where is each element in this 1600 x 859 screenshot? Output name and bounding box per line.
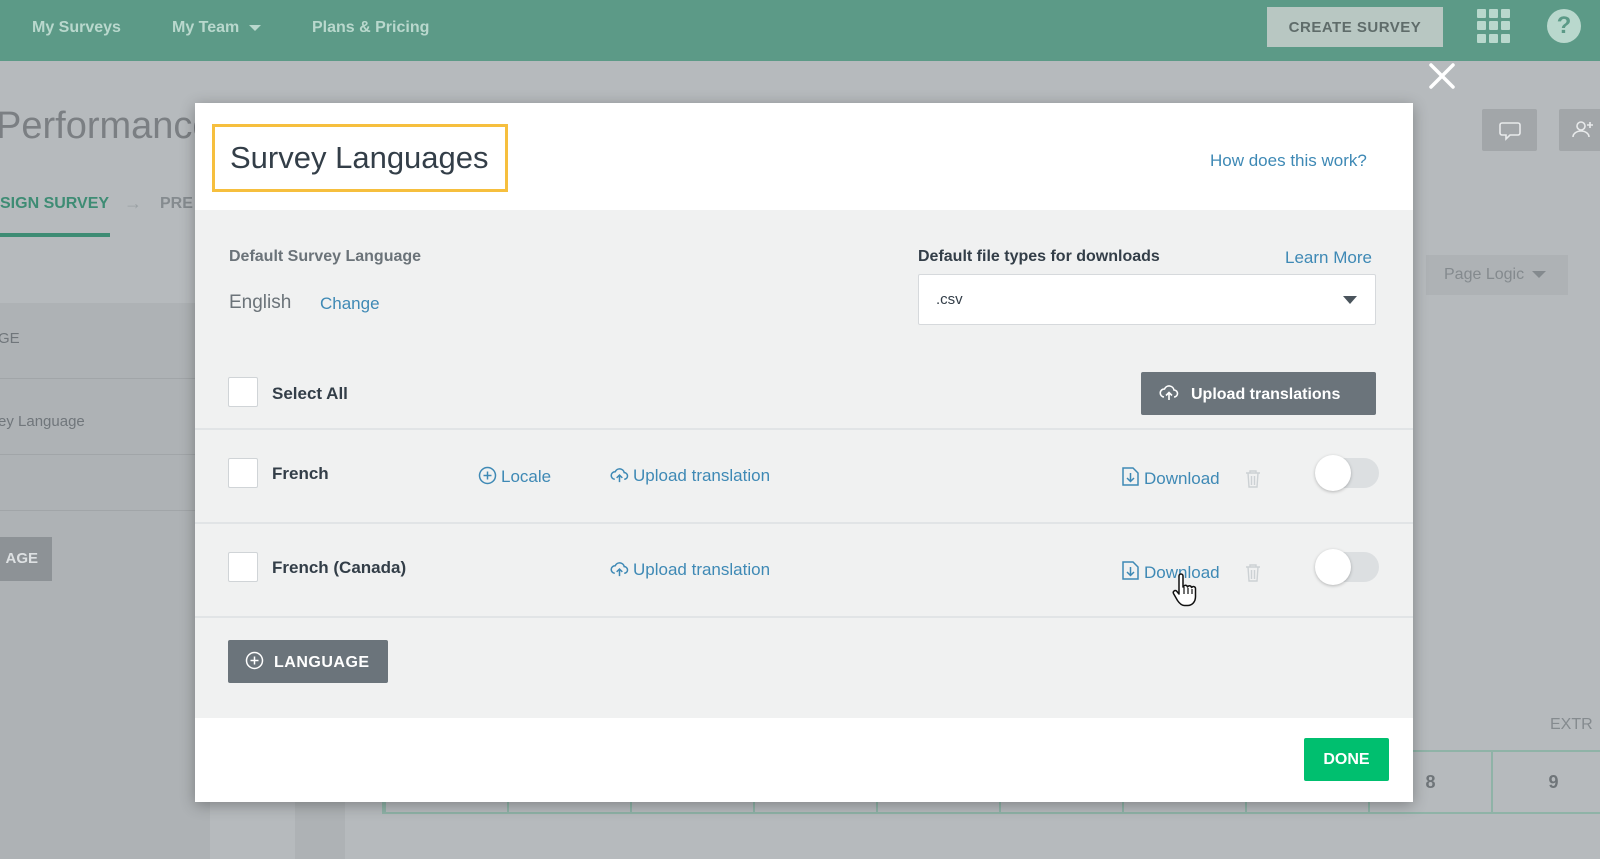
cloud-upload-icon bbox=[610, 468, 629, 483]
add-user-icon-button[interactable] bbox=[1559, 109, 1600, 151]
survey-title: Performance bbox=[0, 105, 214, 147]
change-language-link[interactable]: Change bbox=[320, 294, 380, 314]
add-language-button[interactable]: LANGUAGE bbox=[228, 640, 388, 683]
sidebar-label: GE bbox=[0, 330, 20, 347]
sidebar-row bbox=[0, 455, 210, 511]
sidebar-row: GE bbox=[0, 303, 210, 379]
modal-title: Survey Languages bbox=[212, 124, 508, 192]
plus-circle-icon bbox=[478, 466, 497, 485]
nav-my-surveys[interactable]: My Surveys bbox=[32, 19, 121, 37]
select-all-checkbox[interactable] bbox=[228, 377, 258, 407]
comment-icon-button[interactable] bbox=[1482, 109, 1537, 151]
default-language-label: Default Survey Language bbox=[229, 248, 422, 265]
add-language-label: LANGUAGE bbox=[274, 654, 370, 671]
language-name: French (Canada) bbox=[272, 558, 407, 577]
top-nav: My Surveys My Team Plans & Pricing CREAT… bbox=[0, 0, 1600, 61]
language-toggle[interactable] bbox=[1315, 455, 1379, 491]
sidebar-row: ey Language bbox=[0, 379, 210, 455]
add-user-icon bbox=[1572, 121, 1593, 138]
sidebar-label: ey Language bbox=[0, 413, 85, 430]
download-label: Download bbox=[1144, 469, 1220, 488]
language-toggle[interactable] bbox=[1315, 549, 1379, 585]
add-locale-link[interactable]: Locale bbox=[478, 466, 551, 487]
modal-body: Default Survey Language English Change D… bbox=[195, 210, 1413, 718]
chevron-down-icon bbox=[1343, 296, 1357, 304]
upload-translations-button[interactable]: Upload translations bbox=[1141, 372, 1376, 415]
arrow-right-icon: → bbox=[124, 193, 142, 213]
page-logic-label: Page Logic bbox=[1444, 266, 1525, 283]
background-sidebar: GE ey Language bbox=[0, 303, 210, 859]
language-checkbox[interactable] bbox=[228, 458, 258, 488]
modal-header: Survey Languages How does this work? bbox=[195, 103, 1413, 210]
apps-grid-icon[interactable] bbox=[1477, 9, 1511, 43]
download-file-icon bbox=[1122, 467, 1139, 486]
locale-label: Locale bbox=[501, 467, 552, 486]
upload-translation-label: Upload translation bbox=[633, 466, 771, 485]
toggle-knob bbox=[1315, 455, 1351, 491]
learn-more-link[interactable]: Learn More bbox=[1285, 248, 1372, 268]
file-type-value: .csv bbox=[936, 291, 963, 308]
hand-cursor-icon bbox=[1172, 573, 1197, 607]
chevron-down-icon bbox=[249, 24, 262, 31]
file-types-label: Default file types for downloads bbox=[918, 248, 1160, 265]
cloud-upload-icon bbox=[610, 562, 629, 577]
how-does-this-work-link[interactable]: How does this work? bbox=[1210, 151, 1367, 171]
trash-icon[interactable] bbox=[1245, 469, 1261, 489]
nav-plans-pricing[interactable]: Plans & Pricing bbox=[312, 19, 429, 37]
close-icon[interactable] bbox=[1424, 58, 1460, 94]
page-logic-dropdown[interactable]: Page Logic bbox=[1426, 255, 1568, 295]
tab-design-survey[interactable]: SIGN SURVEY bbox=[0, 195, 109, 213]
language-checkbox[interactable] bbox=[228, 552, 258, 582]
cloud-upload-icon bbox=[1159, 384, 1179, 400]
divider bbox=[195, 616, 1413, 618]
upload-translation-link[interactable]: Upload translation bbox=[610, 560, 770, 580]
extra-label: EXTR bbox=[1550, 716, 1593, 733]
nav-my-team-label: My Team bbox=[172, 19, 240, 36]
survey-languages-modal: Survey Languages How does this work? Def… bbox=[195, 103, 1413, 802]
upload-translation-link[interactable]: Upload translation bbox=[610, 466, 770, 486]
background-rail bbox=[295, 801, 345, 859]
upload-translation-label: Upload translation bbox=[633, 560, 771, 579]
file-type-select[interactable]: .csv bbox=[918, 274, 1376, 325]
active-tab-underline bbox=[0, 233, 110, 237]
plus-circle-icon bbox=[245, 651, 264, 670]
default-language-value: English bbox=[229, 292, 292, 313]
download-file-icon bbox=[1122, 561, 1139, 580]
create-survey-button[interactable]: CREATE SURVEY bbox=[1267, 7, 1443, 47]
divider bbox=[195, 428, 1413, 430]
language-name: French bbox=[272, 464, 329, 483]
tab-preview[interactable]: PRE bbox=[160, 195, 193, 213]
comment-icon bbox=[1499, 122, 1521, 141]
done-button[interactable]: DONE bbox=[1304, 738, 1389, 781]
upload-translations-label: Upload translations bbox=[1191, 385, 1341, 403]
scale-cell[interactable]: 9 bbox=[1491, 752, 1600, 812]
chevron-down-icon bbox=[1532, 271, 1547, 279]
nav-my-team[interactable]: My Team bbox=[172, 19, 262, 37]
download-link[interactable]: Download bbox=[1121, 465, 1220, 489]
divider bbox=[195, 522, 1413, 524]
help-icon[interactable]: ? bbox=[1547, 9, 1581, 43]
new-page-button[interactable]: AGE bbox=[0, 537, 52, 581]
select-all-label: Select All bbox=[272, 384, 348, 403]
toggle-knob bbox=[1315, 549, 1351, 585]
trash-icon[interactable] bbox=[1245, 563, 1261, 583]
